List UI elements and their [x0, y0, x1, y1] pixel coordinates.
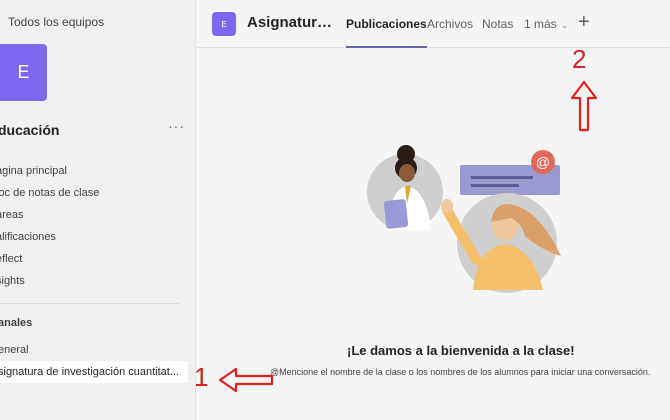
annotation-label-1: 1	[194, 362, 209, 392]
team-more-options-button[interactable]: ···	[168, 118, 185, 134]
sidebar: Todos los equipos E ducación ··· ágina p…	[0, 0, 196, 420]
svg-text:@: @	[536, 154, 550, 170]
teams-app: Todos los equipos E ducación ··· ágina p…	[0, 0, 670, 420]
team-avatar: E	[0, 44, 47, 101]
channel-header: E Asignatura... Publicaciones Archivos N…	[197, 0, 670, 48]
welcome-illustration: @	[367, 145, 561, 293]
channel-avatar: E	[212, 12, 236, 36]
nav-item-home[interactable]: ágina principal	[0, 160, 196, 182]
all-teams-link[interactable]: Todos los equipos	[8, 15, 104, 29]
chevron-down-icon: ⌄	[560, 20, 569, 30]
team-name: ducación	[0, 122, 60, 138]
channel-general[interactable]: eneral	[0, 339, 188, 361]
tab-notes[interactable]: Notas	[482, 17, 513, 48]
channel-research-course[interactable]: signatura de investigación cuantitat...	[0, 361, 188, 383]
nav-item-reflect[interactable]: eflect	[0, 248, 196, 270]
annotation-arrow-left-icon	[218, 367, 274, 393]
tab-posts[interactable]: Publicaciones	[346, 17, 427, 48]
channels-heading: anales	[0, 317, 33, 329]
tab-more-label: 1 más	[524, 17, 557, 31]
channel-title: Asignatura...	[247, 14, 337, 31]
nav-item-class-notebook[interactable]: loc de notas de clase	[0, 182, 196, 204]
annotation-label-2: 2	[572, 44, 587, 74]
nav-item-grades[interactable]: alificaciones	[0, 226, 196, 248]
annotation-arrow-up-icon	[570, 80, 598, 132]
nav-item-insights[interactable]: sights	[0, 270, 196, 292]
tab-more[interactable]: 1 más ⌄	[524, 17, 568, 48]
team-nav-list: ágina principal loc de notas de clase ar…	[0, 160, 196, 292]
welcome-title: ¡Le damos a la bienvenida a la clase!	[347, 343, 575, 358]
tab-files[interactable]: Archivos	[427, 17, 473, 48]
welcome-subtitle: @Mencione el nombre de la clase o los no…	[270, 367, 651, 377]
nav-item-assignments[interactable]: areas	[0, 204, 196, 226]
sidebar-divider	[0, 303, 180, 304]
add-tab-button[interactable]: +	[578, 11, 590, 34]
